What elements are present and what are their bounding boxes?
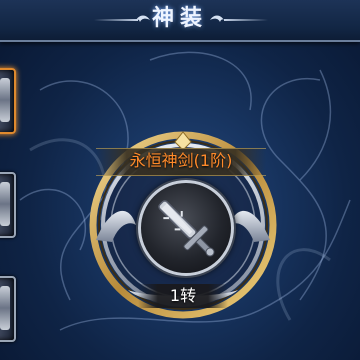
equipment-slot-3[interactable] (0, 276, 16, 342)
item-level: 1转 (169, 286, 197, 305)
header-bar: 神装 (0, 0, 360, 42)
slot-item-thumbnail (0, 182, 10, 226)
divine-equipment-panel: 神装 永恒神剑(1阶) 1转 (0, 0, 360, 360)
header-divider-left (94, 19, 138, 21)
equipment-slot-1[interactable] (0, 68, 16, 134)
equipment-slot-2[interactable] (0, 172, 16, 238)
header-divider-right (224, 19, 268, 21)
sword-icon[interactable] (138, 180, 234, 276)
item-name: 永恒神剑(1阶) (129, 151, 233, 170)
slot-item-thumbnail (0, 286, 10, 330)
slot-item-thumbnail (0, 78, 10, 122)
